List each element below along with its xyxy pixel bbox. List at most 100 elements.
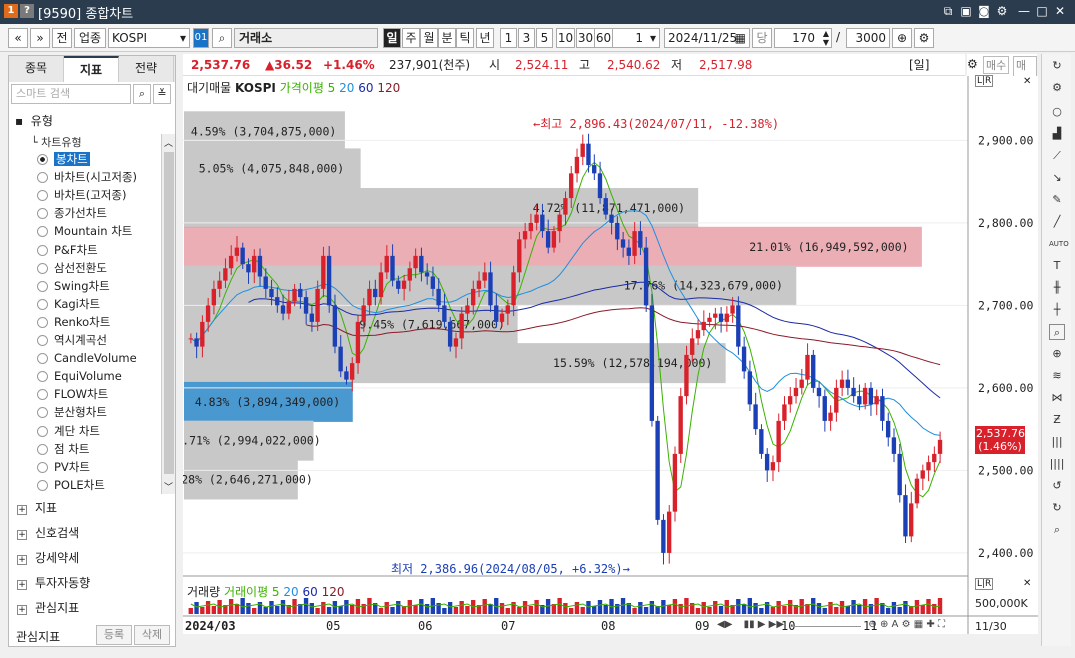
section-0[interactable]: + 지표 (17, 497, 57, 519)
chart-type-item[interactable]: 봉차트 (37, 150, 90, 168)
zoom-in-icon[interactable]: ⊕ (892, 28, 912, 48)
sector-button[interactable]: 업종 (74, 28, 106, 48)
search-icon[interactable]: ⌕ (212, 28, 232, 48)
expand-icon[interactable]: ≚ (153, 84, 171, 104)
scroll-up-icon[interactable]: ︿ (164, 136, 173, 149)
buy-button[interactable]: 매수 (983, 56, 1010, 74)
radio-icon[interactable] (37, 172, 48, 184)
axis-tag[interactable]: L|R (975, 578, 994, 590)
radio-icon[interactable] (37, 371, 48, 383)
chart-type-item[interactable]: 계단 차트 (37, 422, 100, 440)
close-pane-icon[interactable]: ✕ (1023, 578, 1031, 589)
chart-type-item[interactable]: FLOW차트 (37, 385, 108, 403)
fullscreen-icon[interactable]: ⛶ (938, 619, 945, 630)
symbol-list-button[interactable]: » (30, 28, 50, 48)
candle-tool-icon[interactable]: ╫ (1049, 280, 1065, 296)
grid-icon[interactable]: ▦ (914, 619, 923, 630)
chart-type-item[interactable]: Mountain 차트 (37, 222, 132, 240)
scroll-left-icon[interactable]: ◀▶ (717, 619, 732, 630)
smart-search-input[interactable]: 스마트 검색 (11, 84, 131, 104)
radio-icon[interactable] (37, 479, 48, 491)
chart-type-item[interactable]: 종가선차트 (37, 204, 107, 222)
interval-60-button[interactable]: 60 (594, 28, 613, 48)
chart-type-item[interactable]: 바차트(시고저종) (37, 168, 137, 186)
zoom-in-icon[interactable]: ⊕ (880, 619, 888, 630)
auto-icon[interactable]: AUTO (1049, 236, 1069, 252)
expand-plus-icon[interactable]: + (17, 605, 27, 615)
price-chart[interactable]: 4.59% (3,704,875,000) 5.05% (4,075,848,00… (167, 76, 1038, 634)
radio-icon[interactable] (37, 461, 48, 473)
chart-type-item[interactable]: POLE차트 (37, 476, 105, 494)
interval-30-button[interactable]: 30 (576, 28, 595, 48)
interval-10-button[interactable]: 10 (556, 28, 575, 48)
section-1[interactable]: + 신호검색 (17, 522, 79, 544)
refresh-icon[interactable]: ↻ (1049, 58, 1065, 74)
radio-icon[interactable] (37, 262, 48, 274)
radio-icon[interactable] (37, 407, 48, 419)
vertical-lines-icon[interactable]: ||| (1049, 434, 1065, 450)
chart-type-item[interactable]: CandleVolume (37, 349, 137, 367)
trend-tool-icon[interactable]: ⟋ (1049, 148, 1065, 164)
minimize-icon[interactable]: — (1016, 3, 1032, 19)
pattern-icon[interactable]: ⋈ (1049, 390, 1065, 406)
total-input[interactable]: 3000 (846, 28, 890, 48)
section-4[interactable]: + 관심지표 (17, 597, 79, 619)
text-icon[interactable]: A (892, 619, 899, 630)
chart-type-item[interactable]: PV차트 (37, 458, 90, 476)
period-5-button[interactable]: 년 (476, 28, 494, 48)
chart-type-label[interactable]: └ 차트유형 (31, 134, 82, 150)
radio-icon[interactable] (37, 190, 48, 202)
today-button[interactable]: 당 (752, 28, 772, 48)
save-icon[interactable]: ▣ (958, 3, 974, 19)
fibonacci-icon[interactable]: ≋ (1049, 368, 1065, 384)
tab-indicators[interactable]: 지표 (64, 56, 119, 82)
close-pane-icon[interactable]: ✕ (1023, 76, 1031, 87)
circle-icon[interactable]: ○ (1049, 104, 1065, 120)
radio-icon[interactable] (37, 298, 48, 310)
undo-icon[interactable]: ↺ (1049, 478, 1065, 494)
period-spin[interactable]: 1 ▾ (612, 28, 660, 48)
chart-type-item[interactable]: 역시계곡선 (37, 331, 107, 349)
tab-stocks[interactable]: 종목 (9, 56, 64, 82)
period-2-button[interactable]: 월 (420, 28, 438, 48)
expand-plus-icon[interactable]: + (17, 555, 27, 565)
period-4-button[interactable]: 틱 (456, 28, 474, 48)
radio-icon[interactable] (37, 154, 48, 165)
bars-icon[interactable]: |||| (1049, 456, 1065, 472)
radio-icon[interactable] (37, 280, 48, 292)
delete-button[interactable]: 삭제 (134, 625, 170, 645)
left-scrollbar[interactable]: ︿ ﹀ (161, 134, 175, 494)
chart-type-item[interactable]: Swing차트 (37, 277, 110, 295)
section-3[interactable]: + 투자자동향 (17, 572, 90, 594)
prev-symbol-button[interactable]: « (8, 28, 28, 48)
radio-icon[interactable] (37, 425, 48, 437)
bar-tool-icon[interactable]: ┼ (1049, 302, 1065, 318)
chart-type-item[interactable]: 분산형차트 (37, 403, 107, 421)
type-header[interactable]: ▪ 유형 (15, 112, 53, 129)
radio-icon[interactable] (37, 244, 48, 256)
scroll-slider[interactable] (791, 626, 862, 627)
zoom-icon[interactable]: ⊕ (1049, 346, 1065, 362)
chart-type-item[interactable]: 삼선전환도 (37, 259, 107, 277)
maximize-icon[interactable]: □ (1034, 3, 1050, 19)
symbol-input[interactable]: KOSPI ▾ (108, 28, 190, 48)
scroll-thumb[interactable] (164, 152, 174, 474)
plus-icon[interactable]: ✚ (926, 619, 934, 630)
chart-type-item[interactable]: Kagi차트 (37, 295, 100, 313)
expand-plus-icon[interactable]: + (17, 505, 27, 515)
close-icon[interactable]: ✕ (1052, 3, 1068, 19)
period-1-button[interactable]: 주 (402, 28, 420, 48)
radio-icon[interactable] (37, 335, 48, 346)
prev-button[interactable]: 전 (52, 28, 72, 48)
wave-icon[interactable]: Ƶ (1049, 412, 1065, 428)
interval-5-button[interactable]: 5 (536, 28, 553, 48)
search-icon[interactable]: ⌕ (133, 84, 151, 104)
chart-icon[interactable]: ▟ (1049, 126, 1065, 142)
play-icon[interactable]: ▮▮ ▶ ▶▶ (744, 619, 784, 630)
radio-icon[interactable] (37, 208, 48, 220)
settings-icon[interactable]: ⚙ (1049, 80, 1065, 96)
chart-type-item[interactable]: EquiVolume (37, 367, 122, 385)
gear-icon[interactable]: ⚙ (902, 619, 911, 630)
radio-icon[interactable] (37, 226, 48, 238)
chart-type-item[interactable]: Renko차트 (37, 313, 110, 331)
